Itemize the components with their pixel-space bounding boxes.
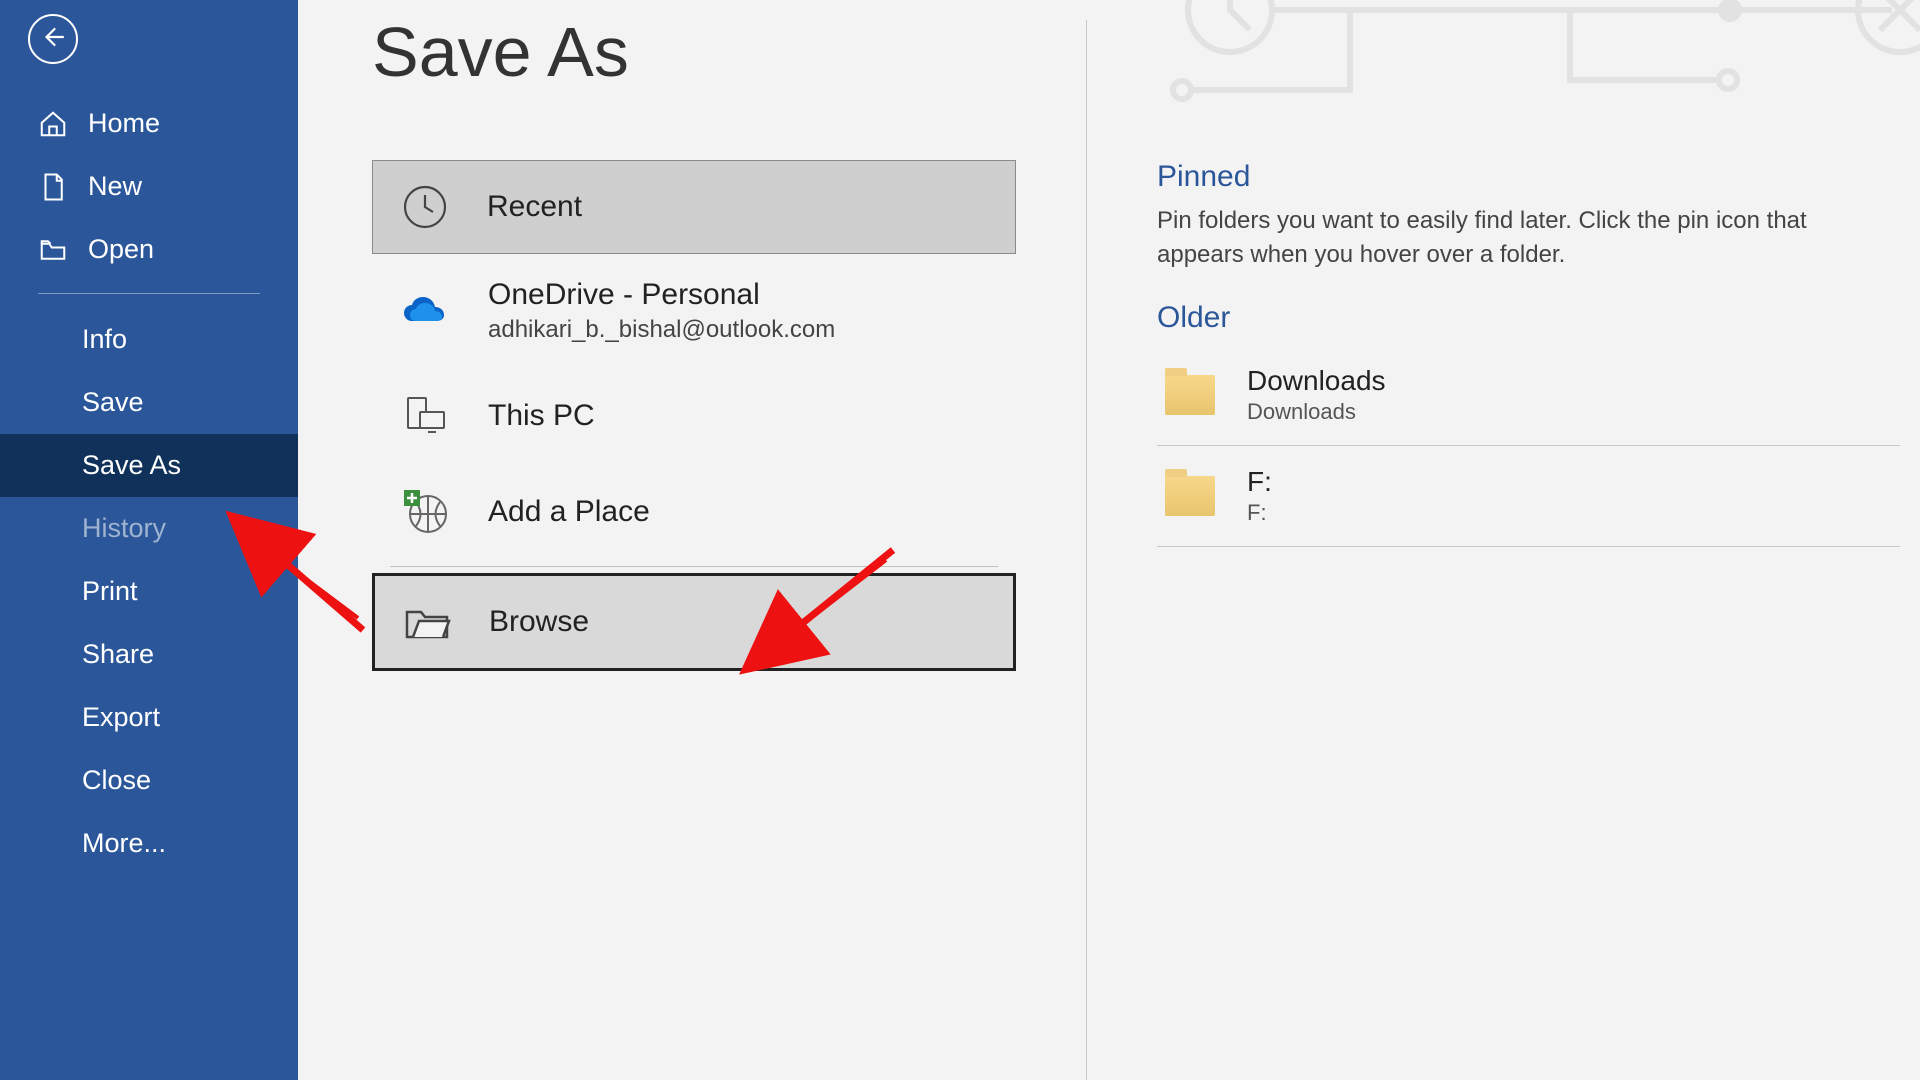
home-icon (38, 109, 68, 139)
older-heading: Older (1157, 301, 1900, 335)
sidebar-item-label: Save As (82, 450, 181, 481)
open-folder-icon (38, 235, 68, 265)
sidebar-item-open[interactable]: Open (0, 218, 298, 281)
add-place-icon (402, 488, 450, 536)
location-add-place[interactable]: Add a Place (372, 464, 1016, 560)
location-label: This PC (488, 399, 595, 433)
back-arrow-icon (40, 24, 66, 55)
location-label: Recent (487, 190, 582, 224)
sidebar-item-info[interactable]: Info (0, 308, 298, 371)
browse-folder-icon (403, 598, 451, 646)
sidebar-item-save-as[interactable]: Save As (0, 434, 298, 497)
locations-column: Recent OneDrive - Personal adhikari_b._b… (372, 160, 1016, 1080)
location-title: OneDrive - Personal (488, 278, 835, 312)
sidebar-item-label: History (82, 513, 166, 544)
location-browse[interactable]: Browse (372, 573, 1016, 671)
folder-path: Downloads (1247, 399, 1386, 425)
sidebar-item-label: Close (82, 765, 151, 796)
sidebar-item-label: New (88, 171, 142, 202)
locations-separator (390, 566, 998, 567)
nav-separator (38, 293, 260, 294)
sidebar-item-close[interactable]: Close (0, 749, 298, 812)
vertical-separator (1086, 20, 1087, 1080)
sidebar-item-print[interactable]: Print (0, 560, 298, 623)
sidebar-item-label: Export (82, 702, 160, 733)
location-label: Browse (489, 605, 589, 639)
folder-icon (1165, 375, 1215, 415)
pinned-hint: Pin folders you want to easily find late… (1157, 204, 1900, 271)
sidebar-item-label: Save (82, 387, 144, 418)
location-recent[interactable]: Recent (372, 160, 1016, 254)
folder-name: Downloads (1247, 365, 1386, 397)
new-icon (38, 172, 68, 202)
back-button[interactable] (28, 14, 78, 64)
sidebar-item-label: Home (88, 108, 160, 139)
backstage-sidebar: Home New Open Info Save Save As History … (0, 0, 298, 1080)
sidebar-item-more[interactable]: More... (0, 812, 298, 875)
onedrive-icon (402, 287, 450, 335)
sidebar-item-save[interactable]: Save (0, 371, 298, 434)
sidebar-item-export[interactable]: Export (0, 686, 298, 749)
location-this-pc[interactable]: This PC (372, 368, 1016, 464)
sidebar-item-home[interactable]: Home (0, 92, 298, 155)
folder-name: F: (1247, 466, 1272, 498)
main-panel: Save As Recent O (298, 0, 1920, 1080)
recent-folders-column: Pinned Pin folders you want to easily fi… (1157, 160, 1920, 1080)
folder-path: F: (1247, 500, 1272, 526)
sidebar-item-label: Share (82, 639, 154, 670)
location-subtitle: adhikari_b._bishal@outlook.com (488, 316, 835, 344)
sidebar-item-label: Info (82, 324, 127, 355)
page-title: Save As (372, 12, 629, 92)
location-label: Add a Place (488, 495, 650, 529)
sidebar-item-new[interactable]: New (0, 155, 298, 218)
sidebar-item-history: History (0, 497, 298, 560)
decorative-circuit-icon (1170, 0, 1920, 195)
this-pc-icon (402, 392, 450, 440)
folder-row-f-drive[interactable]: F: F: (1157, 446, 1900, 547)
folder-row-downloads[interactable]: Downloads Downloads (1157, 345, 1900, 446)
sidebar-item-label: More... (82, 828, 166, 859)
sidebar-item-share[interactable]: Share (0, 623, 298, 686)
folder-icon (1165, 476, 1215, 516)
location-onedrive[interactable]: OneDrive - Personal adhikari_b._bishal@o… (372, 254, 1016, 368)
clock-icon (401, 183, 449, 231)
location-text: OneDrive - Personal adhikari_b._bishal@o… (488, 278, 835, 344)
sidebar-item-label: Print (82, 576, 138, 607)
sidebar-item-label: Open (88, 234, 154, 265)
